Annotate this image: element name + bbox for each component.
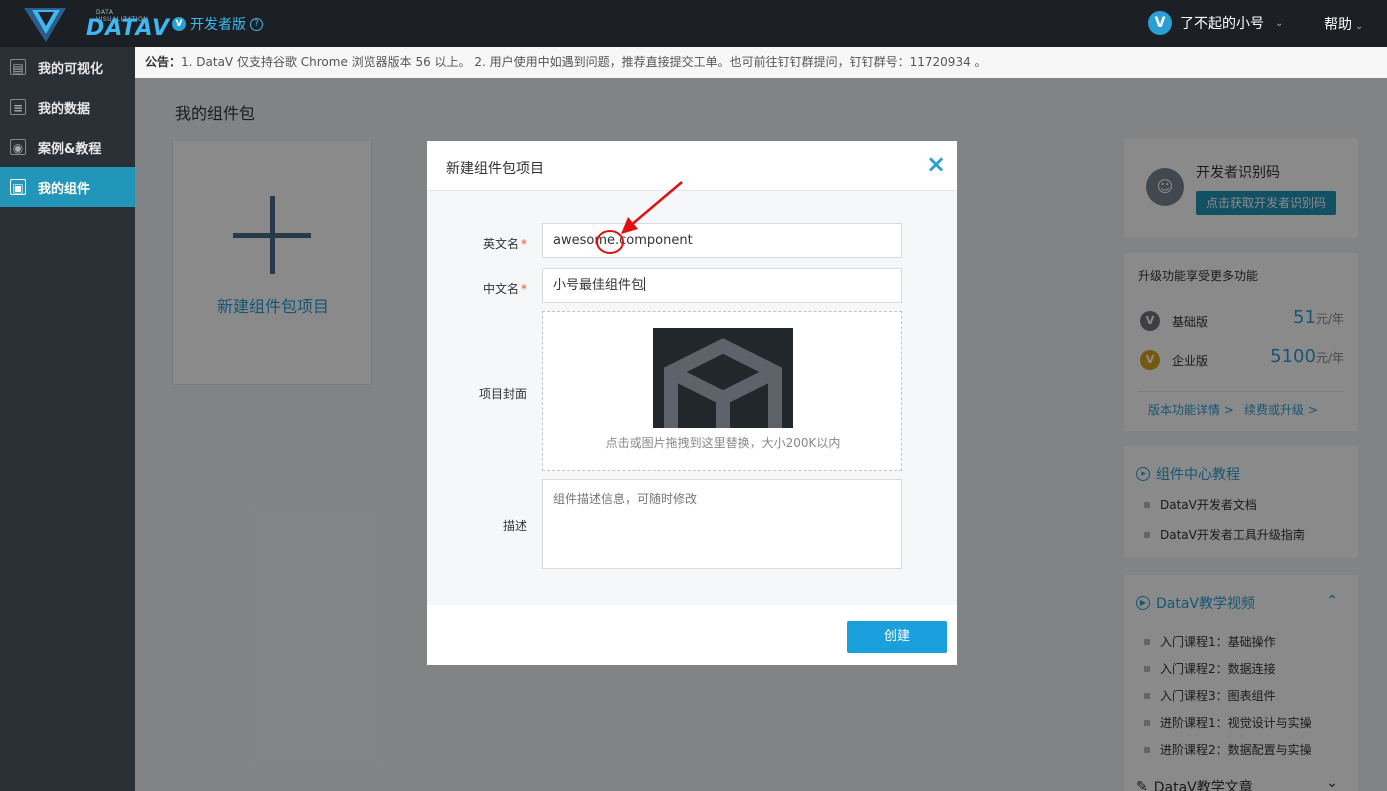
text-cursor — [644, 277, 646, 291]
sidebar-item-cases-tutorials[interactable]: ◉ 案例&教程 — [0, 127, 135, 167]
sidebar-item-label: 我的组件 — [38, 181, 91, 197]
close-icon[interactable]: × — [925, 152, 947, 176]
sidebar-item-label: 我的可视化 — [38, 61, 104, 77]
description-textarea[interactable] — [542, 479, 902, 569]
sidebar-item-my-data[interactable]: ≡ 我的数据 — [0, 87, 135, 127]
cover-label: 项目封面 — [478, 387, 527, 401]
chevron-down-icon: ⌄ — [1355, 21, 1364, 32]
english-name-label: 英文名 * — [482, 237, 527, 251]
announcement-bar: 公告：1. DataV 仅支持谷歌 Chrome 浏览器版本 56 以上。 2.… — [135, 47, 1387, 78]
sidebar-item-label: 我的数据 — [38, 101, 91, 117]
sidebar: ▤ 我的可视化 ≡ 我的数据 ◉ 案例&教程 ▣ 我的组件 — [0, 47, 135, 791]
logo-text: DATAV — [86, 16, 171, 41]
user-menu[interactable]: V 了不起的小号 ⌄ — [1148, 11, 1283, 35]
logo-triangle-icon — [24, 8, 66, 42]
create-button[interactable]: 创建 — [847, 621, 947, 653]
new-package-dialog: 新建组件包项目 × 英文名 * awesome.component 中文名 * 小号… — [427, 141, 957, 665]
announcement-text: 1. DataV 仅支持谷歌 Chrome 浏览器版本 56 以上。 2. 用户… — [181, 55, 987, 69]
sidebar-item-my-components[interactable]: ▣ 我的组件 — [0, 167, 135, 207]
description-label: 描述 — [502, 519, 527, 533]
chevron-down-icon: ⌄ — [1275, 17, 1284, 29]
cover-upload-area[interactable]: 点击或图片拖拽到这里替换，大小200K以内 — [542, 311, 902, 471]
user-name: 了不起的小号 — [1180, 16, 1264, 32]
dialog-title: 新建组件包项目 — [446, 161, 544, 177]
developer-edition-label[interactable]: V 开发者版 ? — [172, 14, 263, 34]
top-bar: DATA VISUALIZATION DATAV V 开发者版 ? V 了不起的… — [0, 0, 1387, 47]
chinese-name-label: 中文名 * — [482, 282, 527, 296]
chart-icon: ▤ — [10, 59, 26, 75]
cover-image — [653, 328, 793, 428]
help-menu[interactable]: 帮助 ⌄ — [1324, 14, 1363, 34]
required-mark: * — [521, 237, 527, 251]
help-label: 帮助 — [1324, 17, 1352, 33]
datav-logo[interactable]: DATA VISUALIZATION DATAV — [20, 4, 169, 44]
english-name-input[interactable]: awesome.component — [542, 223, 902, 258]
datav-badge-icon: V — [172, 17, 186, 31]
required-mark: * — [521, 282, 527, 296]
dialog-body: 英文名 * awesome.component 中文名 * 小号最佳组件包 项目封面… — [427, 191, 957, 605]
sidebar-item-my-visualization[interactable]: ▤ 我的可视化 — [0, 47, 135, 87]
case-icon: ◉ — [10, 139, 26, 155]
user-avatar-icon: V — [1148, 11, 1172, 35]
chinese-name-input[interactable]: 小号最佳组件包 — [542, 268, 902, 303]
cube-placeholder-icon — [664, 338, 782, 428]
database-icon: ≡ — [10, 99, 26, 115]
cover-upload-hint: 点击或图片拖拽到这里替换，大小200K以内 — [605, 436, 841, 450]
help-circle-icon[interactable]: ? — [250, 17, 263, 31]
dev-mode-text: 开发者版 — [190, 17, 246, 33]
sidebar-item-label: 案例&教程 — [38, 141, 102, 157]
cube-icon: ▣ — [10, 179, 26, 195]
announcement-prefix: 公告： — [145, 55, 182, 69]
dialog-header: 新建组件包项目 × — [427, 141, 957, 191]
